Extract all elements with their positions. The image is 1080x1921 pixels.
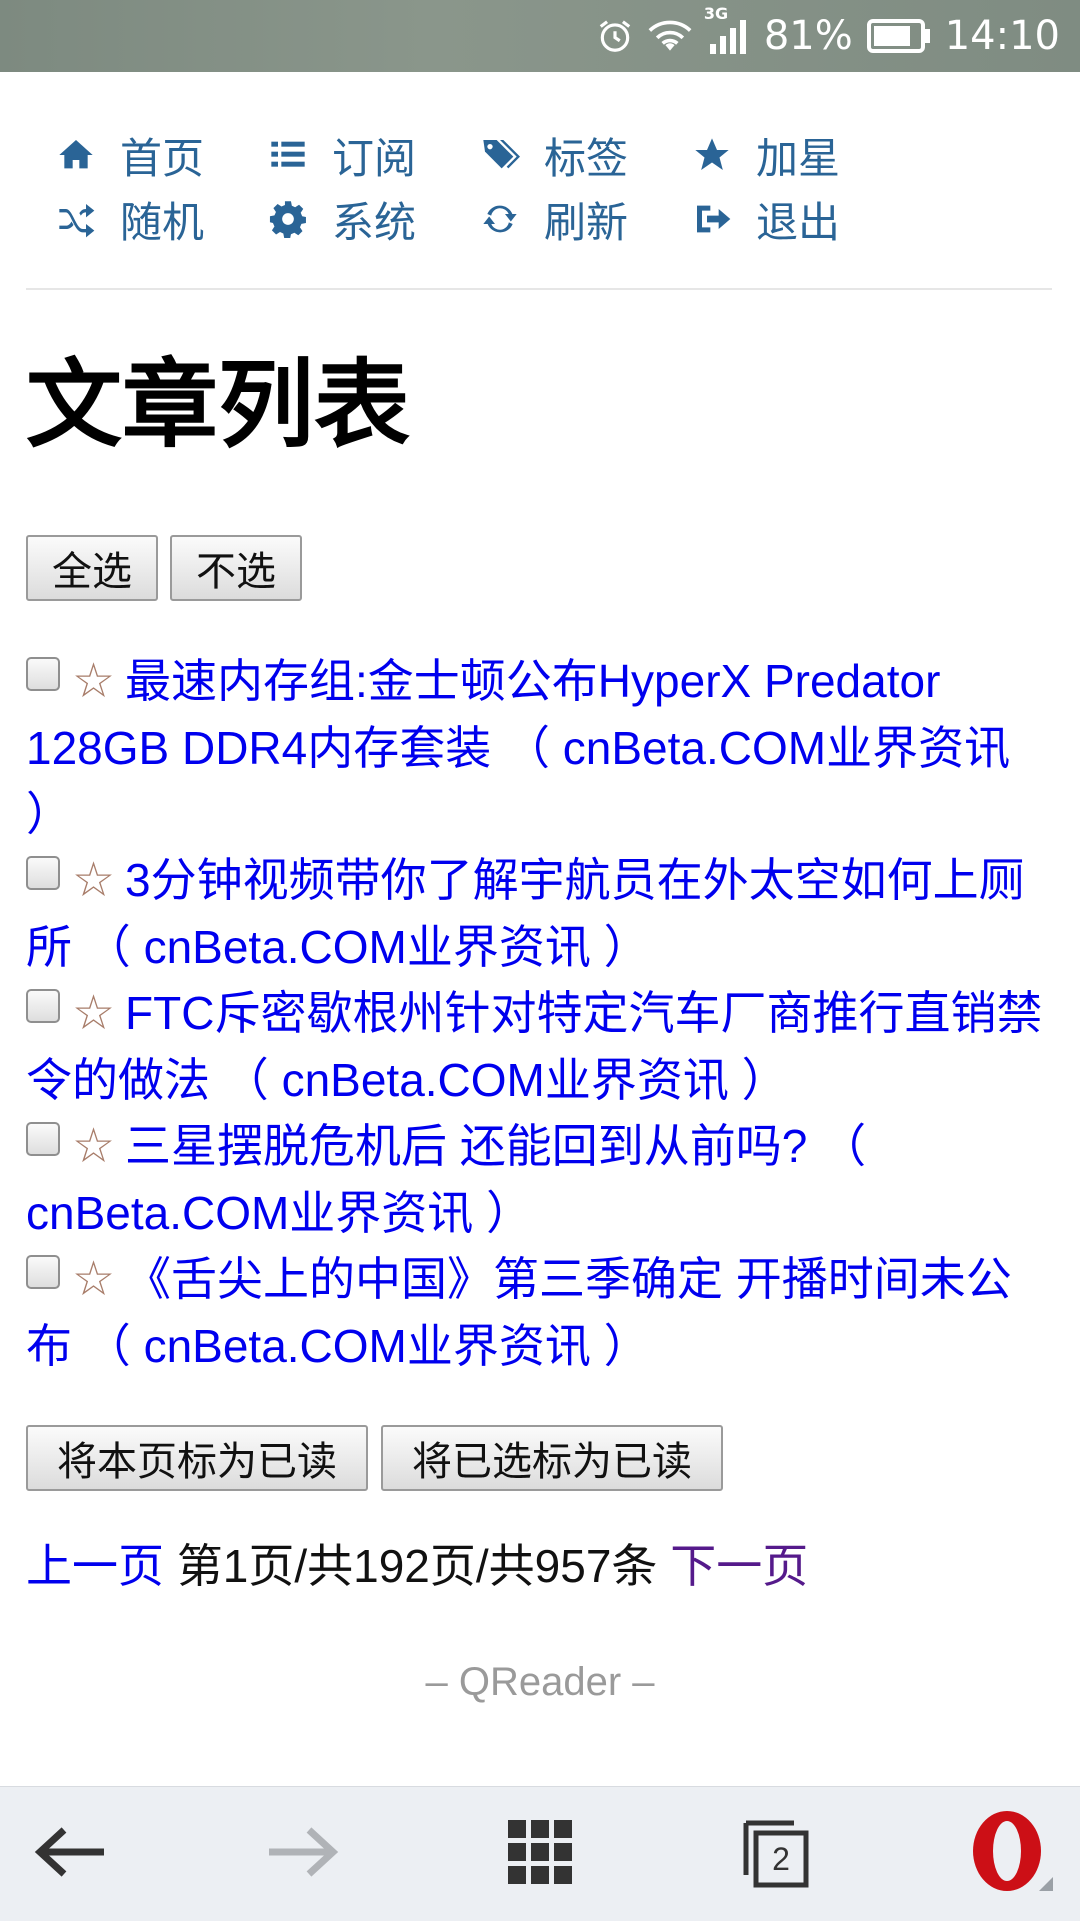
cellular-signal-icon: 3G xyxy=(704,4,750,56)
article-source: （ cnBeta.COM业界资讯 ） xyxy=(72,1320,650,1372)
nav-starred[interactable]: 加星 xyxy=(692,130,904,183)
refresh-icon xyxy=(480,199,520,239)
sign-out-icon xyxy=(692,199,732,239)
page-info: 第1页/共192页/共957条 xyxy=(176,1540,658,1592)
nav-tags[interactable]: 标签 xyxy=(480,130,692,183)
list-item: ☆ 三星摆脱危机后 还能回到从前吗? （ cnBeta.COM业界资讯 ） xyxy=(26,1113,1056,1246)
nav-home-label: 首页 xyxy=(120,133,205,183)
nav-system[interactable]: 系统 xyxy=(268,194,480,247)
mark-selected-read-button[interactable]: 将已选标为已读 xyxy=(381,1425,723,1491)
mark-page-read-button[interactable]: 将本页标为已读 xyxy=(26,1425,368,1491)
list-item: ☆ FTC斥密歇根州针对特定汽车厂商推行直销禁令的做法 （ cnBeta.COM业… xyxy=(26,980,1056,1113)
alarm-icon xyxy=(596,17,634,55)
star-toggle-icon[interactable]: ☆ xyxy=(72,987,115,1040)
speed-dial-button[interactable] xyxy=(470,1787,610,1921)
article-checkbox[interactable] xyxy=(26,1122,60,1156)
page-title: 文章列表 xyxy=(26,349,410,461)
select-all-button[interactable]: 全选 xyxy=(26,535,158,601)
opera-menu-button[interactable] xyxy=(940,1787,1080,1921)
network-type: 3G xyxy=(703,4,729,23)
nav-refresh-label: 刷新 xyxy=(544,197,629,247)
forward-button[interactable] xyxy=(233,1787,373,1921)
article-source-name: cnBeta.COM业界资讯 xyxy=(143,921,591,973)
nav-system-label: 系统 xyxy=(332,197,417,247)
nav-random-label: 随机 xyxy=(120,197,205,247)
nav-subscriptions[interactable]: 订阅 xyxy=(268,130,480,183)
article-checkbox[interactable] xyxy=(26,1255,60,1289)
forward-arrow-icon xyxy=(265,1824,341,1884)
clock-time: 14:10 xyxy=(944,13,1060,59)
shuffle-icon xyxy=(56,199,96,239)
divider xyxy=(26,288,1052,290)
home-icon xyxy=(56,135,96,175)
select-none-button[interactable]: 不选 xyxy=(170,535,302,601)
list-item: ☆ 3分钟视频带你了解宇航员在外太空如何上厕所 （ cnBeta.COM业界资讯 … xyxy=(26,847,1056,980)
article-source: （ cnBeta.COM业界资讯 ） xyxy=(72,921,650,973)
nav-refresh[interactable]: 刷新 xyxy=(480,194,692,247)
article-title-link[interactable]: 三星摆脱危机后 还能回到从前吗? xyxy=(125,1120,807,1172)
battery-icon xyxy=(866,19,931,53)
back-button[interactable] xyxy=(0,1787,140,1921)
article-source-name: cnBeta.COM业界资讯 xyxy=(281,1054,729,1106)
nav-logout[interactable]: 退出 xyxy=(692,194,904,247)
nav-subscriptions-label: 订阅 xyxy=(332,133,417,183)
article-source: （ cnBeta.COM业界资讯 ） xyxy=(210,1054,788,1106)
article-checkbox[interactable] xyxy=(26,989,60,1023)
nav-logout-label: 退出 xyxy=(756,197,841,247)
star-toggle-icon[interactable]: ☆ xyxy=(72,1120,115,1173)
nav-home[interactable]: 首页 xyxy=(56,130,268,183)
star-icon xyxy=(692,135,732,175)
article-checkbox[interactable] xyxy=(26,856,60,890)
article-source-name: cnBeta.COM业界资讯 xyxy=(562,722,1011,774)
article-list: ☆ 最速内存组:金士顿公布HyperX Predator 128GB DDR4内存… xyxy=(26,648,1056,1379)
star-toggle-icon[interactable]: ☆ xyxy=(72,1253,115,1306)
tabs-icon: 2 xyxy=(742,1819,810,1889)
opera-logo-icon xyxy=(965,1807,1055,1901)
list-item: ☆ 《舌尖上的中国》第三季确定 开播时间未公布 （ cnBeta.COM业界资讯 … xyxy=(26,1246,1056,1379)
tabs-button[interactable]: 2 xyxy=(706,1787,846,1921)
tags-icon xyxy=(480,135,520,175)
list-item: ☆ 最速内存组:金士顿公布HyperX Predator 128GB DDR4内存… xyxy=(26,648,1056,847)
article-checkbox[interactable] xyxy=(26,657,60,691)
nav-tags-label: 标签 xyxy=(544,133,629,183)
browser-bottom-bar: 2 xyxy=(0,1786,1080,1921)
battery-percent: 81% xyxy=(763,13,853,59)
list-icon xyxy=(268,135,308,175)
nav-starred-label: 加星 xyxy=(756,133,841,183)
back-arrow-icon xyxy=(32,1824,108,1884)
top-nav: 首页 订阅 标签 加星 随机 系统 刷新 退出 xyxy=(56,130,916,247)
grid-icon xyxy=(506,1818,574,1890)
star-toggle-icon[interactable]: ☆ xyxy=(72,655,115,708)
prev-page-link[interactable]: 上一页 xyxy=(26,1540,164,1592)
nav-random[interactable]: 随机 xyxy=(56,194,268,247)
wifi-icon xyxy=(648,17,692,55)
star-toggle-icon[interactable]: ☆ xyxy=(72,854,115,907)
status-bar: 3G 81% 14:10 xyxy=(0,0,1080,72)
tab-count: 2 xyxy=(772,1841,790,1877)
gear-icon xyxy=(268,199,308,239)
pagination: 上一页 第1页/共192页/共957条 下一页 xyxy=(26,1536,808,1596)
article-source-name: cnBeta.COM业界资讯 xyxy=(26,1187,474,1239)
article-source-name: cnBeta.COM业界资讯 xyxy=(143,1320,591,1372)
next-page-link[interactable]: 下一页 xyxy=(670,1540,808,1592)
footer-brand: – QReader – xyxy=(425,1660,655,1704)
